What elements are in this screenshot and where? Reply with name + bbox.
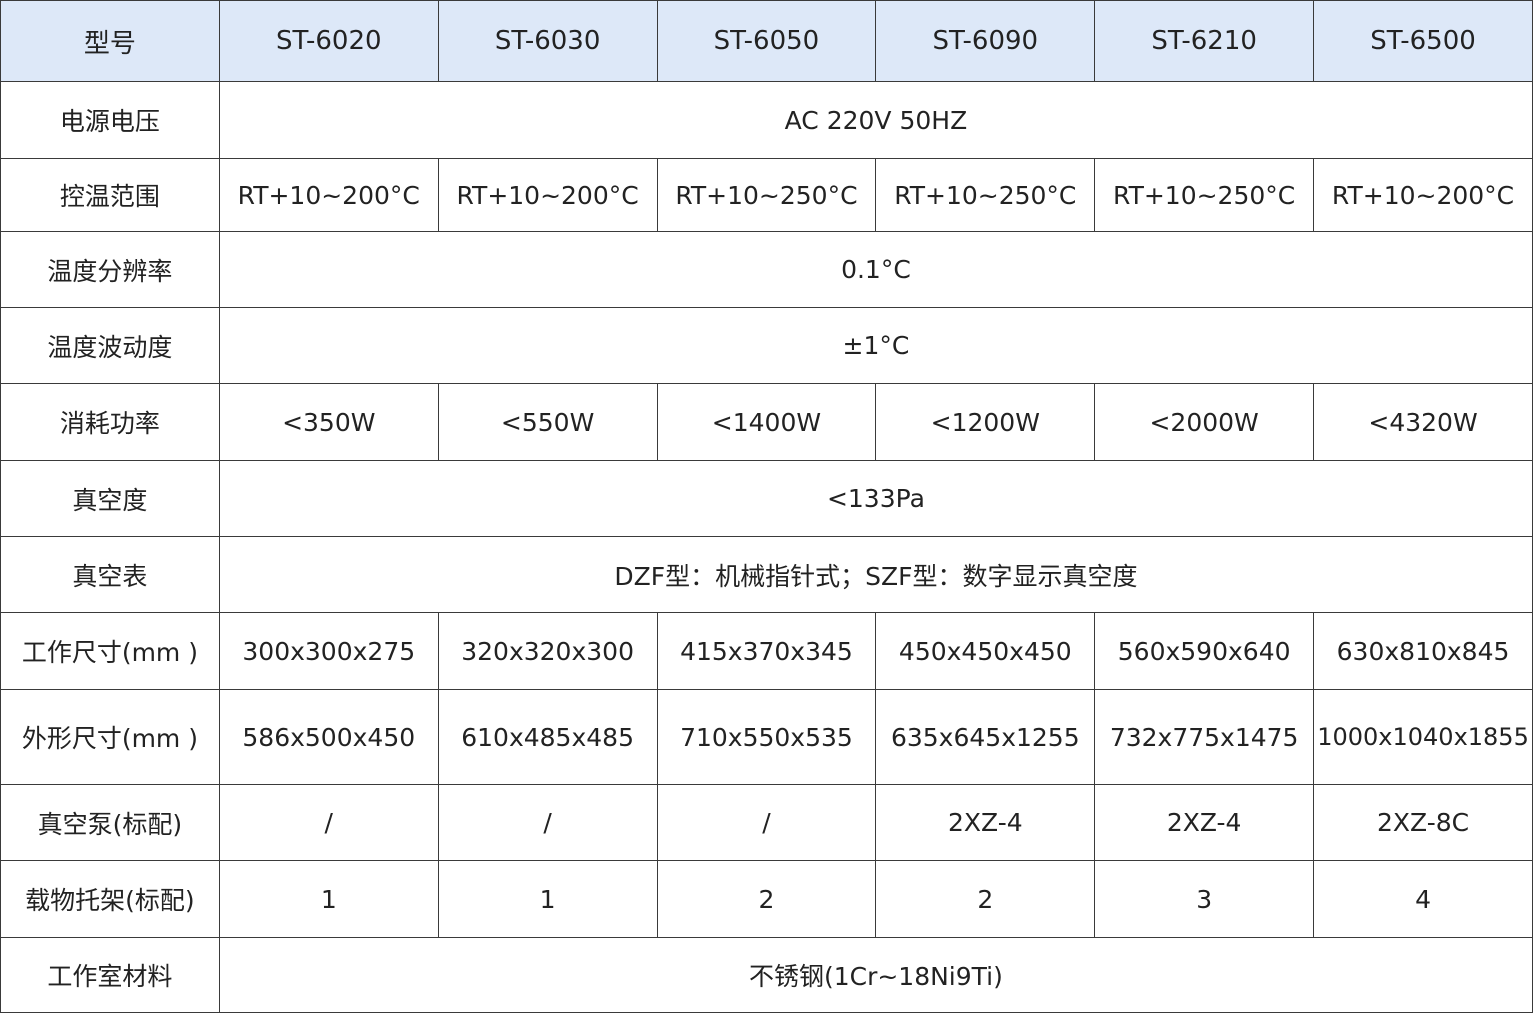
merged-value-cell: ±1°C — [218, 307, 1534, 384]
value-cell: 3 — [1094, 860, 1315, 938]
header-model-cell: ST-6050 — [656, 0, 877, 82]
row-label-cell: 温度分辨率 — [0, 231, 220, 308]
value-cell: 2XZ-8C — [1313, 784, 1533, 861]
merged-value-cell: DZF型：机械指针式；SZF型：数字显示真空度 — [218, 536, 1534, 613]
value-cell: 586x500x450 — [218, 689, 439, 785]
value-cell: / — [656, 784, 877, 861]
value-cell: 2XZ-4 — [1094, 784, 1315, 861]
header-model-cell: ST-6090 — [875, 0, 1096, 82]
value-cell: 710x550x535 — [656, 689, 877, 785]
table-row: 真空表 DZF型：机械指针式；SZF型：数字显示真空度 — [0, 536, 1534, 613]
value-cell: 450x450x450 — [875, 612, 1096, 690]
table-row: 真空度 <133Pa — [0, 460, 1534, 537]
table-row: 工作室材料 不锈钢(1Cr~18Ni9Ti) — [0, 937, 1534, 1013]
value-cell: <550W — [437, 383, 658, 461]
row-label-cell: 控温范围 — [0, 158, 220, 232]
value-cell: 2 — [656, 860, 877, 938]
value-cell: RT+10~250°C — [1094, 158, 1315, 232]
value-cell: 560x590x640 — [1094, 612, 1315, 690]
table-row: 真空泵(标配) / / / 2XZ-4 2XZ-4 2XZ-8C — [0, 784, 1533, 861]
table-row: 温度分辨率 0.1°C — [0, 231, 1534, 308]
table-row: 电源电压 AC 220V 50HZ — [0, 81, 1534, 159]
merged-value-cell: 不锈钢(1Cr~18Ni9Ti) — [218, 937, 1534, 1013]
merged-value-cell: AC 220V 50HZ — [218, 81, 1534, 159]
table-row: 工作尺寸(mm ) 300x300x275 320x320x300 415x37… — [0, 612, 1533, 690]
value-cell: RT+10~200°C — [1313, 158, 1533, 232]
value-cell: 610x485x485 — [437, 689, 658, 785]
row-label-cell: 外形尺寸(mm ) — [0, 689, 220, 785]
value-cell: <350W — [218, 383, 439, 461]
row-label-cell: 消耗功率 — [0, 383, 220, 461]
spec-table: 型号 ST-6020 ST-6030 ST-6050 ST-6090 ST-62… — [0, 0, 1534, 1013]
row-label-cell: 工作尺寸(mm ) — [0, 612, 220, 690]
header-model-cell: ST-6500 — [1313, 0, 1533, 82]
value-cell: 415x370x345 — [656, 612, 877, 690]
value-cell: 1 — [437, 860, 658, 938]
value-cell: 300x300x275 — [218, 612, 439, 690]
value-cell: 635x645x1255 — [875, 689, 1096, 785]
table-row: 外形尺寸(mm ) 586x500x450 610x485x485 710x55… — [0, 689, 1533, 785]
value-cell: RT+10~200°C — [437, 158, 658, 232]
value-cell: 2 — [875, 860, 1096, 938]
value-cell: <1200W — [875, 383, 1096, 461]
value-cell: 630x810x845 — [1313, 612, 1533, 690]
table-row: 消耗功率 <350W <550W <1400W <1200W <2000W <4… — [0, 383, 1533, 461]
header-model-cell: ST-6210 — [1094, 0, 1315, 82]
value-cell: 1 — [218, 860, 439, 938]
row-label-cell: 真空泵(标配) — [0, 784, 220, 861]
header-label-cell: 型号 — [0, 0, 220, 82]
value-cell: <1400W — [656, 383, 877, 461]
merged-value-cell: 0.1°C — [218, 231, 1534, 308]
value-cell: 2XZ-4 — [875, 784, 1096, 861]
value-cell: RT+10~200°C — [218, 158, 439, 232]
value-cell: <2000W — [1094, 383, 1315, 461]
row-label-cell: 温度波动度 — [0, 307, 220, 384]
table-row: 温度波动度 ±1°C — [0, 307, 1534, 384]
value-cell: / — [218, 784, 439, 861]
value-cell: 4 — [1313, 860, 1533, 938]
row-label-cell: 真空表 — [0, 536, 220, 613]
value-cell: RT+10~250°C — [875, 158, 1096, 232]
value-cell: / — [437, 784, 658, 861]
value-cell: 1000x1040x1855 — [1313, 689, 1533, 785]
value-cell: RT+10~250°C — [656, 158, 877, 232]
row-label-cell: 工作室材料 — [0, 937, 220, 1013]
table-row: 控温范围 RT+10~200°C RT+10~200°C RT+10~250°C… — [0, 158, 1533, 232]
value-cell: 320x320x300 — [437, 612, 658, 690]
row-label-cell: 载物托架(标配) — [0, 860, 220, 938]
merged-value-cell: <133Pa — [218, 460, 1534, 537]
header-row: 型号 ST-6020 ST-6030 ST-6050 ST-6090 ST-62… — [0, 0, 1533, 82]
row-label-cell: 电源电压 — [0, 81, 220, 159]
table-row: 载物托架(标配) 1 1 2 2 3 4 — [0, 860, 1533, 938]
header-model-cell: ST-6020 — [218, 0, 439, 82]
header-model-cell: ST-6030 — [437, 0, 658, 82]
row-label-cell: 真空度 — [0, 460, 220, 537]
value-cell: <4320W — [1313, 383, 1533, 461]
value-cell: 732x775x1475 — [1094, 689, 1315, 785]
